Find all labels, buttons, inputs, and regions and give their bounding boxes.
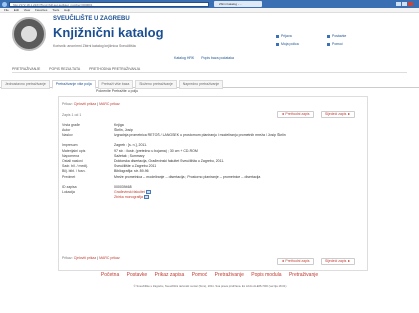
my-shelf-link[interactable]: Moja polica xyxy=(276,42,326,46)
tab-multi-base[interactable]: Pretraži više baza xyxy=(97,80,134,89)
help-icon xyxy=(326,42,330,46)
footer-link-modules[interactable]: Popis modula xyxy=(251,272,281,278)
prev-record-button-bottom[interactable]: ◄ Prethodni zapis xyxy=(277,258,314,265)
close-icon[interactable] xyxy=(408,1,413,6)
display-format-top: Prikaz: Cjeloviti prikaz | MARC prikaz xyxy=(62,102,120,106)
browser-tab-label: Zbirni katalog - ... xyxy=(219,2,243,6)
subject-link[interactable]: Mreže prometnica -- modeliranje -- diser… xyxy=(114,175,360,180)
footer-link-settings[interactable]: Postavke xyxy=(127,272,148,278)
browser-tab[interactable]: Zbirni katalog - ... xyxy=(214,1,262,7)
minimize-icon[interactable] xyxy=(396,1,401,6)
tab-multi-field[interactable]: Pretraživanje više polja xyxy=(51,80,96,89)
record-number: Zapis 1 od 1 xyxy=(62,113,82,117)
field-row: Naslov Izgradnja prometnica RETOŠ / LANGS… xyxy=(62,133,362,143)
menu-view[interactable]: View xyxy=(24,8,30,13)
menu-favorites[interactable]: Favorites xyxy=(35,8,47,13)
footer-link-records[interactable]: Prikaz zapisa xyxy=(155,272,185,278)
menu-edit[interactable]: Edit xyxy=(14,8,19,13)
record-panel: Prikaz: Cjeloviti prikaz | MARC prikaz Z… xyxy=(58,96,368,271)
nav-results[interactable]: POPIS REZULTATA xyxy=(49,66,80,72)
tab-complex-search[interactable]: Složeno pretraživanje xyxy=(135,80,177,89)
subheading: Pokrenite Pretražite u polju xyxy=(96,89,139,93)
settings-link[interactable]: Postavke xyxy=(326,34,377,38)
browser-menubar: File Edit View Favorites Tools Help xyxy=(0,8,419,13)
marc-view-link[interactable]: MARC prikaz xyxy=(99,102,120,106)
location-link[interactable]: Građevinski fakultet xyxy=(114,190,145,194)
footer-link-search[interactable]: Pretraživanje xyxy=(215,272,244,278)
display-format-bottom: Prikaz: Cjeloviti prikaz | MARC prikaz xyxy=(62,256,120,260)
record-fields: Vrsta građe Knjiga Autor Škrlin, Josip Nas… xyxy=(62,123,362,200)
footer-link-home[interactable]: Početna xyxy=(101,272,119,278)
login-link[interactable]: Prijava xyxy=(276,34,326,38)
copyright-text: © Sveučilište u Zagrebu, Sveučilišni rač… xyxy=(133,284,287,288)
browser-titlebar: http://172.18.1.22/F/?func=full-set-set&… xyxy=(0,0,419,8)
library-info: Korisnik: anonimni Zbirni katalog knjižn… xyxy=(53,44,136,48)
footer-link-prev-search[interactable]: Pretraživanje xyxy=(289,272,318,278)
field-row: Zbirka monografija xyxy=(62,195,362,200)
header-tools: Prijava Postavke Moja polica Pomoć xyxy=(276,34,386,50)
author-link[interactable]: Škrlin, Josip xyxy=(114,128,360,132)
menu-tools[interactable]: Tools xyxy=(52,8,59,13)
holdings-icon[interactable] xyxy=(143,194,149,199)
page-header: SVEUČILIŠTE U ZAGREBU Knjižnični katalog… xyxy=(0,14,419,64)
shelf-icon xyxy=(276,42,279,46)
search-tabs: Jednostavno pretraživanje Pretraživanje … xyxy=(0,80,419,89)
next-record-button[interactable]: Sljedeći zapis ► xyxy=(321,111,355,118)
full-view-link[interactable]: Cjeloviti prikaz xyxy=(74,102,97,106)
maximize-icon[interactable] xyxy=(402,1,407,6)
top-navigation: PRETRAŽIVANJE POPIS REZULTATA PRETHODNA … xyxy=(12,66,407,73)
tab-advanced-search[interactable]: Napredno pretraživanje xyxy=(178,80,224,89)
nav-previous-searches[interactable]: PRETHODNA PRETRAŽIVANJA xyxy=(89,66,140,72)
marc-view-link-bottom[interactable]: MARC prikaz xyxy=(99,256,120,260)
university-logo xyxy=(12,17,46,51)
user-icon xyxy=(276,34,279,38)
nav-search[interactable]: PRETRAŽIVANJE xyxy=(12,66,40,72)
title-link[interactable]: Izgradnja prometnica RETOŠ / LANGSEK u p… xyxy=(114,133,360,138)
gear-icon xyxy=(326,34,330,38)
help-link[interactable]: Pomoć xyxy=(326,42,377,46)
url-text: http://172.18.1.22/F/?func=full-set-set&… xyxy=(13,2,93,7)
next-record-button-bottom[interactable]: Sljedeći zapis ► xyxy=(321,258,355,265)
page-title: Knjižnični katalog xyxy=(53,25,164,40)
full-view-link-bottom[interactable]: Cjeloviti prikaz xyxy=(74,256,97,260)
link-katalog-hrk[interactable]: Katalog HRK xyxy=(174,56,194,60)
link-popis-baza[interactable]: Popis baza podataka xyxy=(201,56,234,60)
field-row: Predmet Mreže prometnica -- modeliranje -… xyxy=(62,175,362,185)
footer-link-help[interactable]: Pomoć xyxy=(192,272,208,278)
window-controls xyxy=(395,1,413,7)
university-name: SVEUČILIŠTE U ZAGREBU xyxy=(53,16,130,22)
menu-file[interactable]: File xyxy=(4,8,9,13)
holdings-icon[interactable] xyxy=(145,189,151,194)
collection-link[interactable]: Zbirka monografija xyxy=(114,195,143,199)
tab-simple-search[interactable]: Jednostavno pretraživanje xyxy=(1,80,50,89)
footer-navigation: Početna Postavke Prikaz zapisa Pomoć Pre… xyxy=(0,272,419,278)
address-bar[interactable]: http://172.18.1.22/F/?func=full-set-set&… xyxy=(9,1,209,7)
quick-links: Katalog HRK Popis baza podataka xyxy=(174,56,240,60)
prev-record-button[interactable]: ◄ Prethodni zapis xyxy=(277,111,314,118)
menu-help[interactable]: Help xyxy=(64,8,70,13)
browser-icon xyxy=(2,1,7,7)
